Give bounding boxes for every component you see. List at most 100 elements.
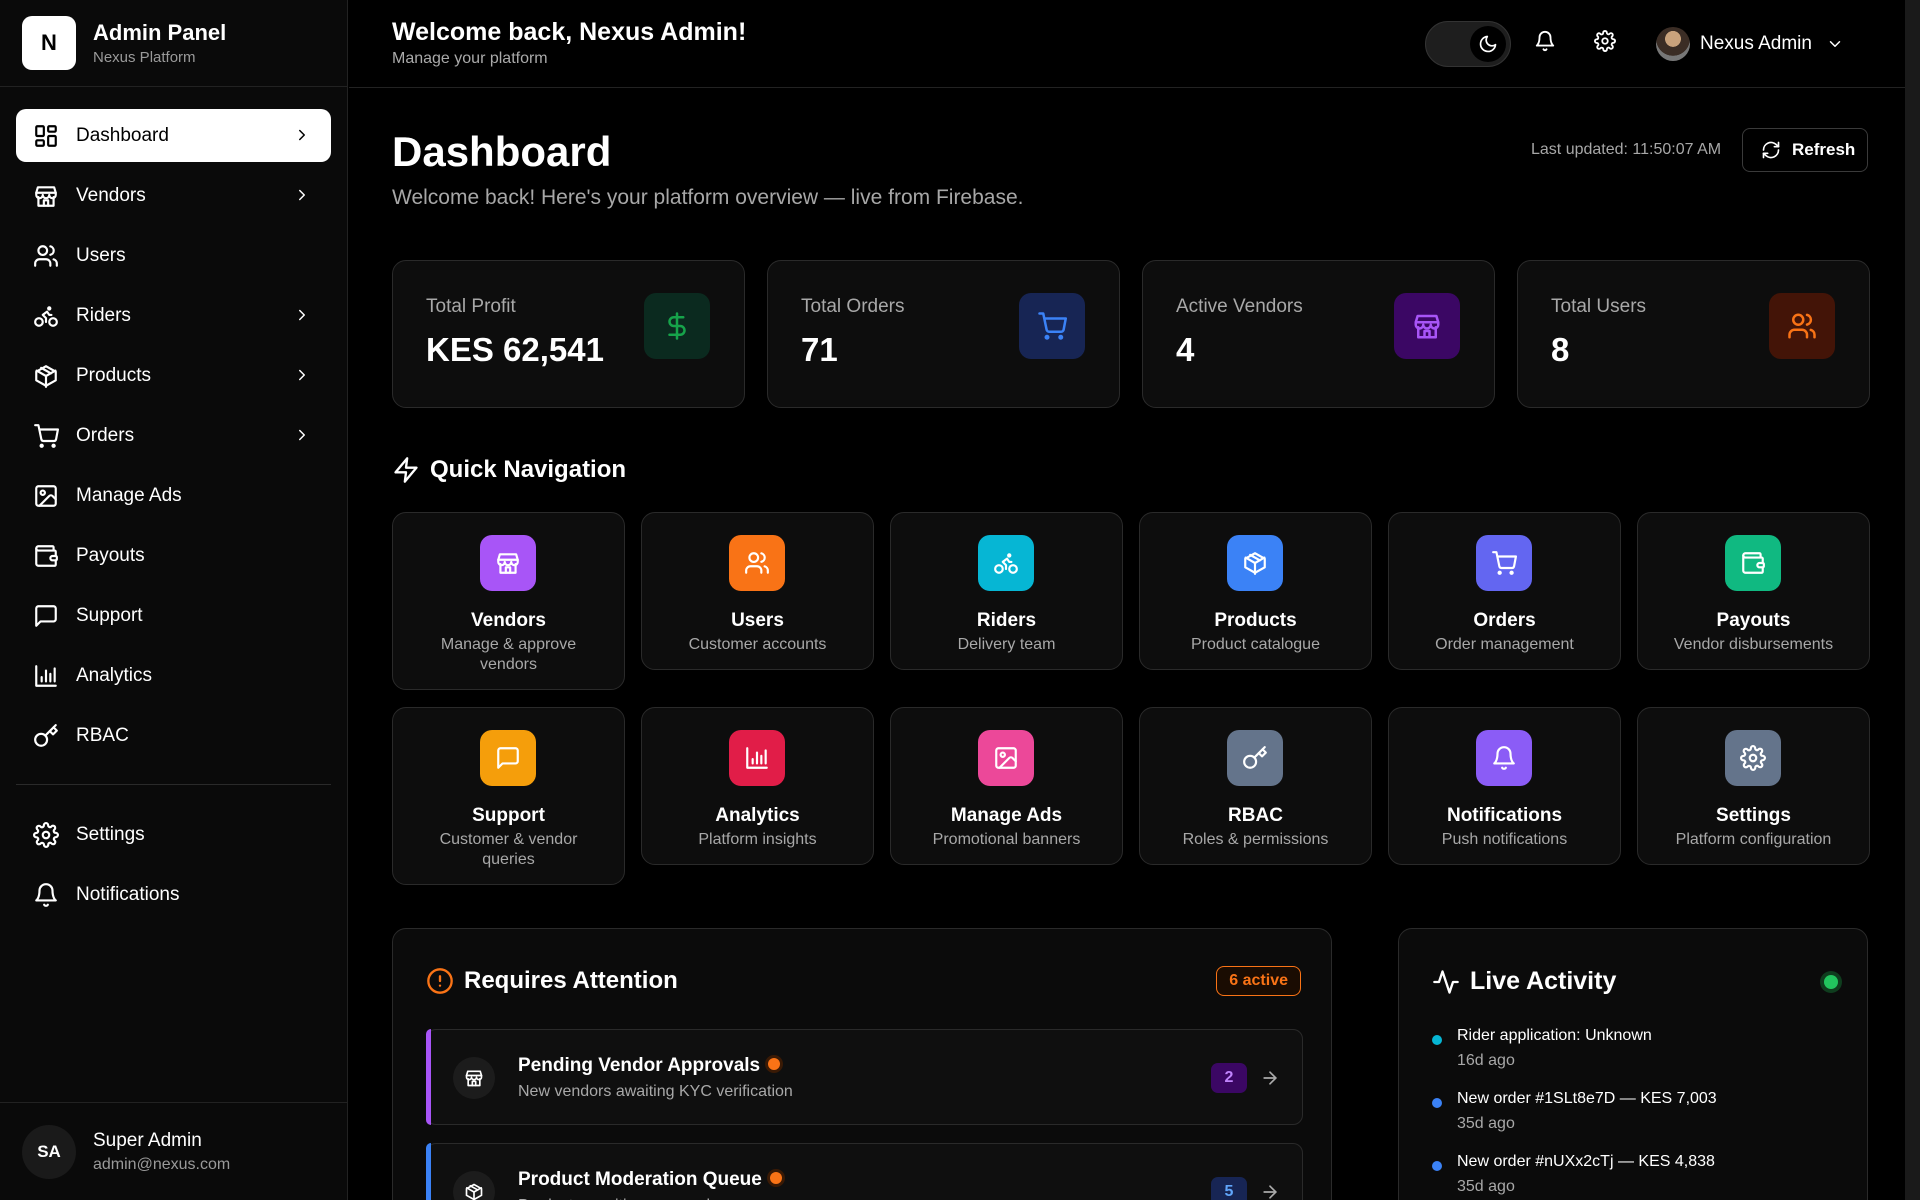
sidebar-item-notifications[interactable]: Notifications (16, 868, 331, 921)
activity-time: 35d ago (1457, 1115, 1515, 1132)
attention-item-title-text: Pending Vendor Approvals (518, 1055, 761, 1076)
arrow-right-icon[interactable] (1260, 1068, 1280, 1088)
quick-nav-description: Product catalogue (1191, 636, 1320, 653)
sidebar-user[interactable]: SA Super Admin admin@nexus.com (0, 1102, 347, 1200)
sidebar-item-orders[interactable]: Orders (16, 409, 331, 462)
stat-value: 8 (1551, 331, 1570, 368)
quick-nav-analytics[interactable]: Analytics Platform insights (641, 707, 874, 865)
quick-nav-title: Manage Ads (950, 805, 1063, 826)
quick-nav-description: Vendor disbursements (1673, 636, 1834, 653)
package-icon (1227, 535, 1283, 591)
requires-attention-title: Requires Attention (464, 967, 678, 994)
requires-attention-panel: Requires Attention 6 active Pending Vend… (392, 928, 1332, 1200)
sidebar-item-label: Products (76, 364, 151, 386)
scrollbar[interactable] (1905, 0, 1920, 1200)
sidebar-item-products[interactable]: Products (16, 349, 331, 402)
sidebar-user-email: admin@nexus.com (93, 1155, 231, 1173)
quick-nav-support[interactable]: Support Customer & vendor queries (392, 707, 625, 885)
page-title: Dashboard (392, 128, 612, 175)
quick-nav-description: Customer accounts (688, 636, 827, 653)
quick-nav-description: Platform configuration (1675, 831, 1832, 848)
stat-label: Total Users (1551, 296, 1647, 317)
brand-subtitle: Nexus Platform (93, 49, 196, 66)
sidebar-item-label: Vendors (76, 184, 146, 206)
bell-icon[interactable] (1534, 30, 1560, 56)
arrow-right-icon[interactable] (1260, 1182, 1280, 1200)
bar-chart-icon (33, 663, 59, 689)
zap-icon (394, 457, 418, 483)
quick-nav-riders[interactable]: Riders Delivery team (890, 512, 1123, 670)
activity-dot (1432, 1035, 1442, 1045)
quick-nav-description: Roles & permissions (1182, 831, 1329, 848)
attention-count-badge: 5 (1211, 1177, 1247, 1200)
chevron-right-icon (293, 306, 311, 324)
sidebar-item-label: Support (76, 604, 143, 626)
bike-icon (978, 535, 1034, 591)
alert-circle-icon (427, 968, 453, 994)
quick-nav-description: Order management (1435, 636, 1574, 653)
quick-nav-orders[interactable]: Orders Order management (1388, 512, 1621, 670)
quick-nav-users[interactable]: Users Customer accounts (641, 512, 874, 670)
stat-value: 71 (801, 331, 838, 368)
attention-item[interactable]: Product Moderation QueueProducts awaitin… (426, 1143, 1303, 1200)
refresh-icon (1762, 141, 1780, 159)
refresh-button[interactable]: Refresh (1742, 128, 1868, 172)
quick-nav-manage-ads[interactable]: Manage Ads Promotional banners (890, 707, 1123, 865)
profile-menu[interactable]: Nexus Admin (1656, 26, 1844, 62)
sidebar-item-support[interactable]: Support (16, 589, 331, 642)
quick-nav-settings[interactable]: Settings Platform configuration (1637, 707, 1870, 865)
attention-item[interactable]: Pending Vendor Approvals New vendors awai… (426, 1029, 1303, 1125)
users-icon (1769, 293, 1835, 359)
live-activity-title: Live Activity (1470, 967, 1617, 995)
profile-name: Nexus Admin (1700, 33, 1812, 54)
gear-icon (1725, 730, 1781, 786)
sidebar-item-riders[interactable]: Riders (16, 289, 331, 342)
stat-card-total-users: Total Users 8 (1517, 260, 1870, 408)
attention-item-title: Product Moderation Queue (518, 1169, 782, 1191)
quick-nav-title: Riders (976, 610, 1037, 631)
live-status-dot (1824, 975, 1838, 989)
quick-nav-rbac[interactable]: RBAC Roles & permissions (1139, 707, 1372, 865)
activity-dot (1432, 1098, 1442, 1108)
sidebar-item-analytics[interactable]: Analytics (16, 649, 331, 702)
key-icon (33, 723, 59, 749)
gear-icon (33, 821, 59, 848)
moon-icon (1470, 26, 1506, 62)
chevron-right-icon (293, 366, 311, 384)
theme-toggle[interactable] (1425, 21, 1511, 67)
quick-nav-payouts[interactable]: Payouts Vendor disbursements (1637, 512, 1870, 670)
sidebar-item-rbac[interactable]: RBAC (16, 709, 331, 762)
quick-nav-title: RBAC (1228, 805, 1283, 826)
store-icon (453, 1057, 495, 1099)
header-title: Welcome back, Nexus Admin! (392, 18, 747, 46)
brand-logo: N (22, 16, 76, 70)
quick-nav-products[interactable]: Products Product catalogue (1139, 512, 1372, 670)
alert-dot (769, 1172, 782, 1184)
dollar-icon (644, 293, 710, 359)
quick-nav-title: Notifications (1446, 805, 1563, 826)
page-subtitle: Welcome back! Here's your platform overv… (392, 186, 1024, 209)
sidebar-item-manage-ads[interactable]: Manage Ads (16, 469, 331, 522)
activity-time: 35d ago (1457, 1178, 1515, 1195)
activity-text: New order #1SLt8e7D — KES 7,003 (1457, 1090, 1717, 1107)
sidebar-item-users[interactable]: Users (16, 229, 331, 282)
sidebar-item-vendors[interactable]: Vendors (16, 169, 331, 222)
cart-icon (1019, 293, 1085, 359)
quick-nav-description: Promotional banners (932, 831, 1081, 848)
activity-text: New order #nUXx2cTj — KES 4,838 (1457, 1153, 1715, 1170)
key-icon (1227, 730, 1283, 786)
gear-icon[interactable] (1594, 30, 1620, 56)
sidebar-item-settings[interactable]: Settings (16, 808, 331, 861)
brand: N Admin Panel Nexus Platform (0, 0, 347, 87)
stat-card-total-orders: Total Orders 71 (767, 260, 1120, 408)
live-activity-panel: Live Activity Rider application: Unknown… (1398, 928, 1868, 1200)
attention-item-title-text: Product Moderation Queue (518, 1169, 762, 1190)
quick-nav-notifications[interactable]: Notifications Push notifications (1388, 707, 1621, 865)
stat-label: Active Vendors (1176, 296, 1303, 317)
sidebar-item-payouts[interactable]: Payouts (16, 529, 331, 582)
quick-nav-title: Vendors (471, 610, 546, 631)
quick-nav-vendors[interactable]: Vendors Manage & approve vendors (392, 512, 625, 690)
sidebar-item-dashboard[interactable]: Dashboard (16, 109, 331, 162)
activity-text: Rider application: Unknown (1457, 1027, 1652, 1044)
stat-card-active-vendors: Active Vendors 4 (1142, 260, 1495, 408)
